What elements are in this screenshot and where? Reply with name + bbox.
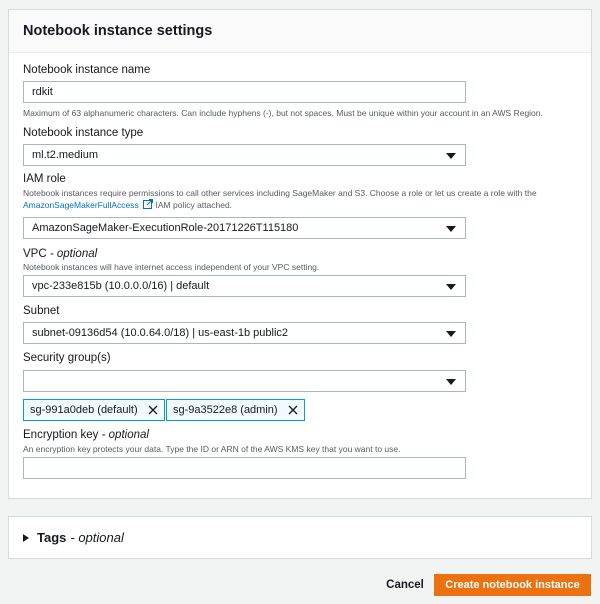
iam-desc: Notebook instances require permissions t… — [23, 188, 583, 211]
security-group-token: sg-9a3522e8 (admin) — [166, 399, 305, 421]
tags-section[interactable]: Tags - optional — [8, 516, 592, 559]
notebook-name-input[interactable] — [23, 81, 466, 103]
vpc-label-text: VPC — [23, 248, 47, 260]
tags-label: Tags — [37, 530, 67, 545]
chevron-down-icon — [446, 284, 456, 290]
encryption-label-text: Encryption key — [23, 429, 99, 441]
create-notebook-button[interactable]: Create notebook instance — [434, 574, 591, 596]
security-group-select[interactable] — [23, 370, 466, 392]
encryption-label: Encryption key - optional — [23, 429, 149, 441]
chevron-down-icon — [446, 226, 456, 232]
instance-type-value: ml.t2.medium — [32, 149, 99, 161]
vpc-select[interactable]: vpc-233e815b (10.0.0.0/16) | default — [23, 275, 466, 297]
token-label: sg-991a0deb (default) — [30, 404, 138, 416]
vpc-optional: - optional — [49, 248, 98, 260]
iam-role-value: AmazonSageMaker-ExecutionRole-20171226T1… — [32, 222, 299, 234]
iam-desc-suffix: IAM policy attached. — [155, 200, 233, 210]
chevron-down-icon — [446, 331, 456, 337]
vpc-value: vpc-233e815b (10.0.0.0/16) | default — [32, 280, 210, 292]
panel-header: Notebook instance settings — [9, 10, 591, 53]
iam-desc-line2: AmazonSageMakerFullAccess IAM policy att… — [23, 199, 583, 211]
token-label: sg-9a3522e8 (admin) — [173, 404, 278, 416]
iam-role-select[interactable]: AmazonSageMaker-ExecutionRole-20171226T1… — [23, 217, 466, 239]
external-link-icon — [143, 199, 154, 209]
subnet-label: Subnet — [23, 305, 60, 317]
cancel-button[interactable]: Cancel — [380, 574, 430, 596]
subnet-value: subnet-09136d54 (10.0.64.0/18) | us-east… — [32, 327, 289, 339]
name-hint: Maximum of 63 alphanumeric characters. C… — [23, 108, 543, 118]
instance-type-select[interactable]: ml.t2.medium — [23, 144, 466, 166]
iam-desc-line1: Notebook instances require permissions t… — [23, 188, 537, 198]
panel-title: Notebook instance settings — [23, 23, 213, 39]
tags-optional: - optional — [70, 530, 124, 545]
chevron-down-icon — [446, 153, 456, 159]
subnet-select[interactable]: subnet-09136d54 (10.0.64.0/18) | us-east… — [23, 322, 466, 344]
security-group-label: Security group(s) — [23, 352, 111, 364]
vpc-desc: Notebook instances will have internet ac… — [23, 262, 320, 272]
expand-triangle-icon — [23, 533, 29, 542]
chevron-down-icon — [446, 379, 456, 385]
encryption-optional: - optional — [101, 429, 149, 441]
encryption-desc: An encryption key protects your data. Ty… — [23, 444, 401, 454]
close-icon[interactable] — [148, 405, 158, 415]
iam-label: IAM role — [23, 173, 66, 185]
iam-policy-link[interactable]: AmazonSageMakerFullAccess — [23, 200, 139, 210]
vpc-label: VPC - optional — [23, 248, 97, 260]
close-icon[interactable] — [288, 405, 298, 415]
security-group-token: sg-991a0deb (default) — [23, 399, 165, 421]
encryption-key-input[interactable] — [23, 457, 466, 479]
type-label: Notebook instance type — [23, 127, 144, 139]
name-label: Notebook instance name — [23, 64, 151, 76]
